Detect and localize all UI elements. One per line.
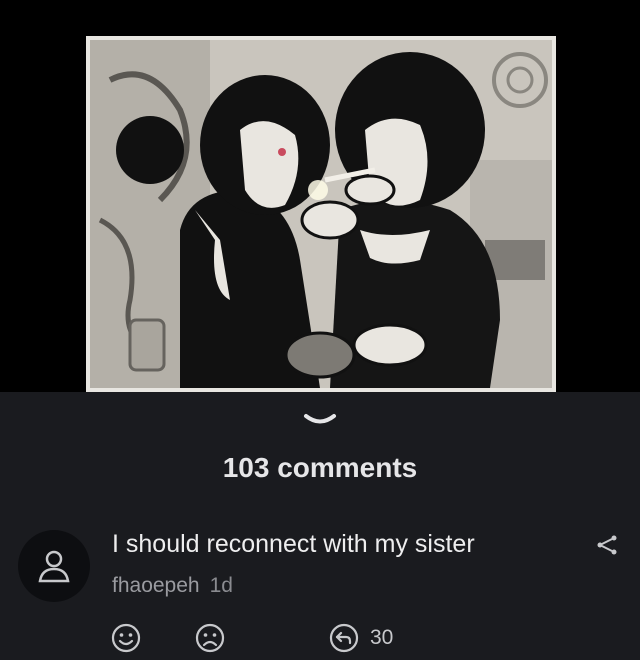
reply-icon	[329, 623, 359, 653]
comment-meta: fhaoepeh 1d	[112, 574, 233, 598]
comment-text: I should reconnect with my sister	[112, 530, 475, 558]
chevron-down-icon	[304, 414, 336, 424]
collapse-button[interactable]	[300, 410, 340, 432]
smile-icon	[111, 623, 141, 653]
frown-icon	[195, 623, 225, 653]
user-icon	[38, 550, 70, 583]
illustration-graphic	[90, 40, 552, 388]
reply-button[interactable]: 30	[328, 618, 393, 658]
comment-author[interactable]: fhaoepeh	[112, 574, 200, 597]
dislike-button[interactable]	[194, 618, 226, 658]
post-image-area[interactable]	[0, 0, 640, 392]
comment-time: 1d	[209, 574, 233, 597]
avatar[interactable]	[18, 530, 90, 602]
reply-count: 30	[370, 626, 394, 649]
share-button[interactable]	[590, 530, 624, 560]
post-image[interactable]	[86, 36, 556, 392]
comment-item: I should reconnect with my sister fhaoep…	[0, 520, 640, 660]
like-button[interactable]	[110, 618, 142, 658]
share-icon	[597, 535, 617, 555]
comment-actions: 30	[0, 618, 640, 658]
comments-count: 103 comments	[222, 452, 418, 483]
